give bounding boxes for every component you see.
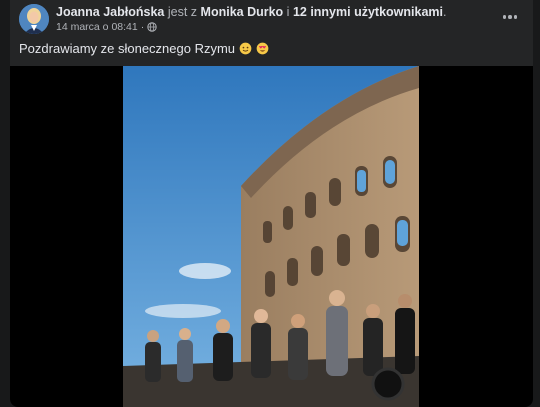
author-name[interactable]: Joanna Jabłońska	[56, 5, 164, 19]
author-line: Joanna Jabłońska jest z Monika Durko i 1…	[56, 5, 446, 19]
more-options-icon[interactable]	[499, 8, 521, 26]
globe-icon[interactable]	[147, 22, 157, 32]
meta-separator: ·	[140, 21, 145, 33]
tagged-user-link[interactable]: Monika Durko	[201, 5, 284, 19]
sun-face-emoji	[239, 42, 252, 55]
others-link[interactable]: 12 innymi użytkownikami	[293, 5, 443, 19]
heart-eyes-emoji	[256, 42, 269, 55]
post-media[interactable]	[10, 66, 533, 407]
post-meta: 14 marca o 08:41 ·	[56, 21, 157, 33]
post-card: Joanna Jabłońska jest z Monika Durko i 1…	[10, 0, 533, 407]
post-header: Joanna Jabłońska jest z Monika Durko i 1…	[10, 0, 533, 36]
post-date[interactable]: 14 marca o 08:41	[56, 21, 138, 33]
photo-scene	[123, 66, 419, 407]
sentence-period: .	[442, 5, 447, 19]
colosseum-photo[interactable]	[123, 66, 419, 407]
avatar-photo	[19, 4, 49, 34]
post-caption: Pozdrawiamy ze słonecznego Rzymu	[19, 41, 269, 56]
caption-text: Pozdrawiamy ze słonecznego Rzymu	[19, 41, 236, 56]
avatar[interactable]	[19, 4, 49, 34]
with-connector: jest z	[167, 5, 198, 19]
